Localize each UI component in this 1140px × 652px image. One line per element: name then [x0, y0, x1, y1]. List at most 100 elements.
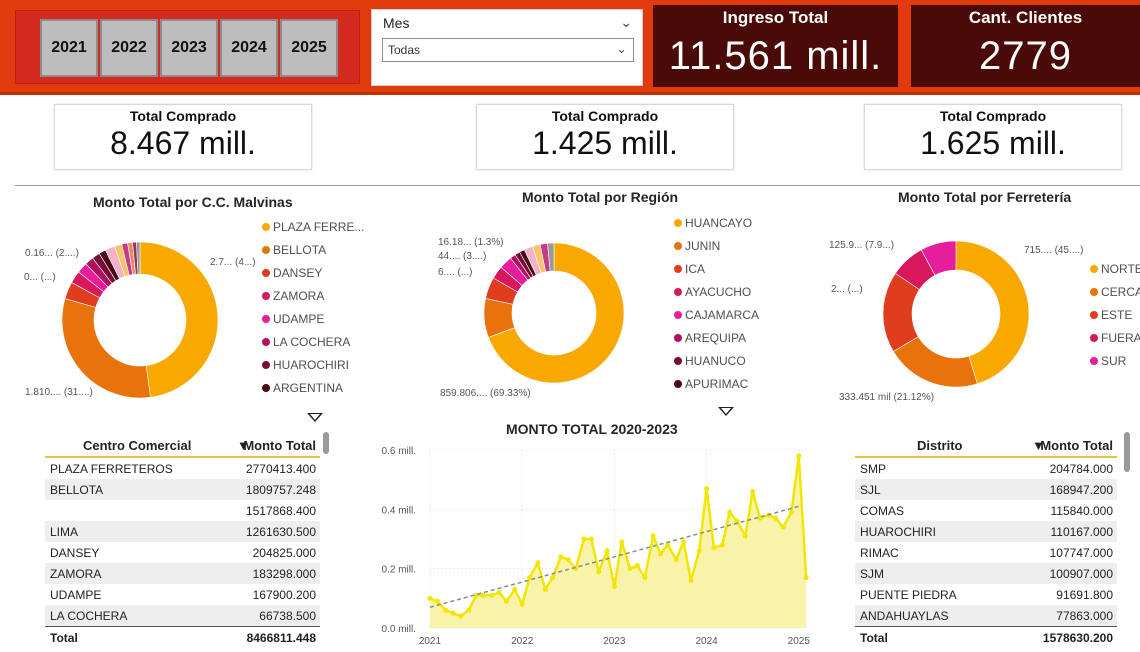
data-point[interactable]	[542, 586, 548, 592]
data-point[interactable]	[773, 515, 779, 521]
data-point[interactable]	[627, 566, 633, 572]
table-row[interactable]: LA COCHERA 66738.500	[45, 605, 320, 626]
legend-item[interactable]: AYACUCHO	[674, 285, 751, 299]
legend-item[interactable]: ZAMORA	[262, 289, 324, 303]
data-point[interactable]	[519, 601, 525, 607]
legend-item[interactable]: FUERA	[1090, 331, 1140, 345]
data-point[interactable]	[535, 560, 541, 566]
data-point[interactable]	[504, 598, 510, 604]
data-point[interactable]	[704, 486, 710, 492]
data-point[interactable]	[796, 453, 802, 459]
data-point[interactable]	[788, 509, 794, 515]
data-point[interactable]	[727, 509, 733, 515]
month-dropdown[interactable]: Todas ⌄	[382, 38, 634, 62]
legend-item[interactable]: ARGENTINA	[262, 381, 343, 395]
legend-item[interactable]: APURIMAC	[674, 377, 748, 391]
data-point[interactable]	[604, 548, 610, 554]
legend-item[interactable]: JUNIN	[674, 239, 720, 253]
expand-triangle-icon[interactable]	[307, 413, 323, 422]
data-point[interactable]	[657, 551, 663, 557]
table-row[interactable]: ANDAHUAYLAS 77863.000	[855, 605, 1117, 626]
table-row[interactable]: SJM 100907.000	[855, 563, 1117, 584]
legend-item[interactable]: CAJAMARCA	[674, 308, 759, 322]
data-point[interactable]	[596, 569, 602, 575]
column-header-centro-comercial[interactable]: Centro Comercial	[83, 438, 191, 453]
legend-item[interactable]: HUANUCO	[674, 354, 746, 368]
data-point[interactable]	[466, 607, 472, 613]
legend-item[interactable]: AREQUIPA	[674, 331, 746, 345]
table-row[interactable]: COMAS 115840.000	[855, 500, 1117, 521]
column-header-monto-total[interactable]: Monto Total	[243, 438, 316, 453]
data-point[interactable]	[611, 583, 617, 589]
legend-item[interactable]: ICA	[674, 262, 705, 276]
legend-item[interactable]: NORTE	[1090, 262, 1140, 276]
year-button-2022[interactable]: 2022	[100, 19, 158, 77]
table-row[interactable]: PUENTE PIEDRA 91691.800	[855, 584, 1117, 605]
table-row[interactable]: 1517868.400	[45, 500, 320, 521]
area-chart-monto-total[interactable]: 0.0 mill. 0.2 mill. 0.4 mill. 0.6 mill. 2021…	[360, 440, 820, 652]
year-button-2021[interactable]: 2021	[40, 19, 98, 77]
data-point[interactable]	[780, 524, 786, 530]
table-row[interactable]: PLAZA FERRETEROS 2770413.400	[45, 458, 320, 479]
data-point[interactable]	[450, 610, 456, 616]
year-button-2024[interactable]: 2024	[220, 19, 278, 77]
table-row[interactable]: HUAROCHIRI 110167.000	[855, 521, 1117, 542]
legend-item[interactable]: HUANCAYO	[674, 216, 752, 230]
legend-item[interactable]: DANSEY	[262, 266, 322, 280]
column-header-monto-total[interactable]: Monto Total	[1040, 438, 1113, 453]
data-point[interactable]	[496, 589, 502, 595]
table-scrollbar[interactable]	[1124, 432, 1130, 472]
collapse-chevron-icon[interactable]: ⌄	[620, 14, 632, 31]
data-point[interactable]	[742, 533, 748, 539]
legend-item[interactable]: PLAZA FERRE...	[262, 220, 364, 234]
data-point[interactable]	[489, 592, 495, 598]
data-point[interactable]	[443, 607, 449, 613]
data-point[interactable]	[696, 548, 702, 554]
data-point[interactable]	[457, 613, 463, 619]
data-point[interactable]	[750, 489, 756, 495]
data-point[interactable]	[650, 533, 656, 539]
data-point[interactable]	[665, 542, 671, 548]
legend-item[interactable]: UDAMPE	[262, 312, 324, 326]
data-point[interactable]	[719, 542, 725, 548]
data-point[interactable]	[803, 575, 809, 581]
data-point[interactable]	[550, 575, 556, 581]
data-point[interactable]	[512, 586, 518, 592]
legend-item[interactable]: CERCAD	[1090, 285, 1140, 299]
data-point[interactable]	[558, 554, 564, 560]
data-point[interactable]	[681, 539, 687, 545]
data-point[interactable]	[427, 595, 433, 601]
table-row[interactable]: RIMAC 107747.000	[855, 542, 1117, 563]
legend-item[interactable]: SUR	[1090, 354, 1126, 368]
legend-item[interactable]: ESTE	[1090, 308, 1132, 322]
table-row[interactable]: LIMA 1261630.500	[45, 521, 320, 542]
data-point[interactable]	[642, 575, 648, 581]
table-row[interactable]: DANSEY 204825.000	[45, 542, 320, 563]
data-point[interactable]	[565, 557, 571, 563]
table-row[interactable]: UDAMPE 167900.200	[45, 584, 320, 605]
data-point[interactable]	[581, 536, 587, 542]
year-button-2025[interactable]: 2025	[280, 19, 338, 77]
data-point[interactable]	[619, 539, 625, 545]
legend-item[interactable]: BELLOTA	[262, 243, 326, 257]
data-point[interactable]	[573, 566, 579, 572]
donut-chart-region[interactable]	[483, 242, 625, 384]
data-point[interactable]	[688, 578, 694, 584]
table-row[interactable]: BELLOTA 1809757.248	[45, 479, 320, 500]
data-point[interactable]	[588, 536, 594, 542]
legend-item[interactable]: HUAROCHIRI	[262, 358, 349, 372]
column-header-distrito[interactable]: Distrito	[917, 438, 963, 453]
data-point[interactable]	[673, 557, 679, 563]
expand-triangle-icon[interactable]	[718, 407, 734, 416]
data-point[interactable]	[634, 563, 640, 569]
donut-chart-ferreteria[interactable]	[882, 240, 1030, 388]
data-point[interactable]	[434, 598, 440, 604]
table-row[interactable]: SJL 168947.200	[855, 479, 1117, 500]
donut-slice-bellota[interactable]	[61, 298, 151, 399]
data-point[interactable]	[480, 592, 486, 598]
table-scrollbar[interactable]	[323, 432, 329, 454]
data-point[interactable]	[711, 545, 717, 551]
table-row[interactable]: SMP 204784.000	[855, 458, 1117, 479]
table-row[interactable]: ZAMORA 183298.000	[45, 563, 320, 584]
legend-item[interactable]: LA COCHERA	[262, 335, 350, 349]
